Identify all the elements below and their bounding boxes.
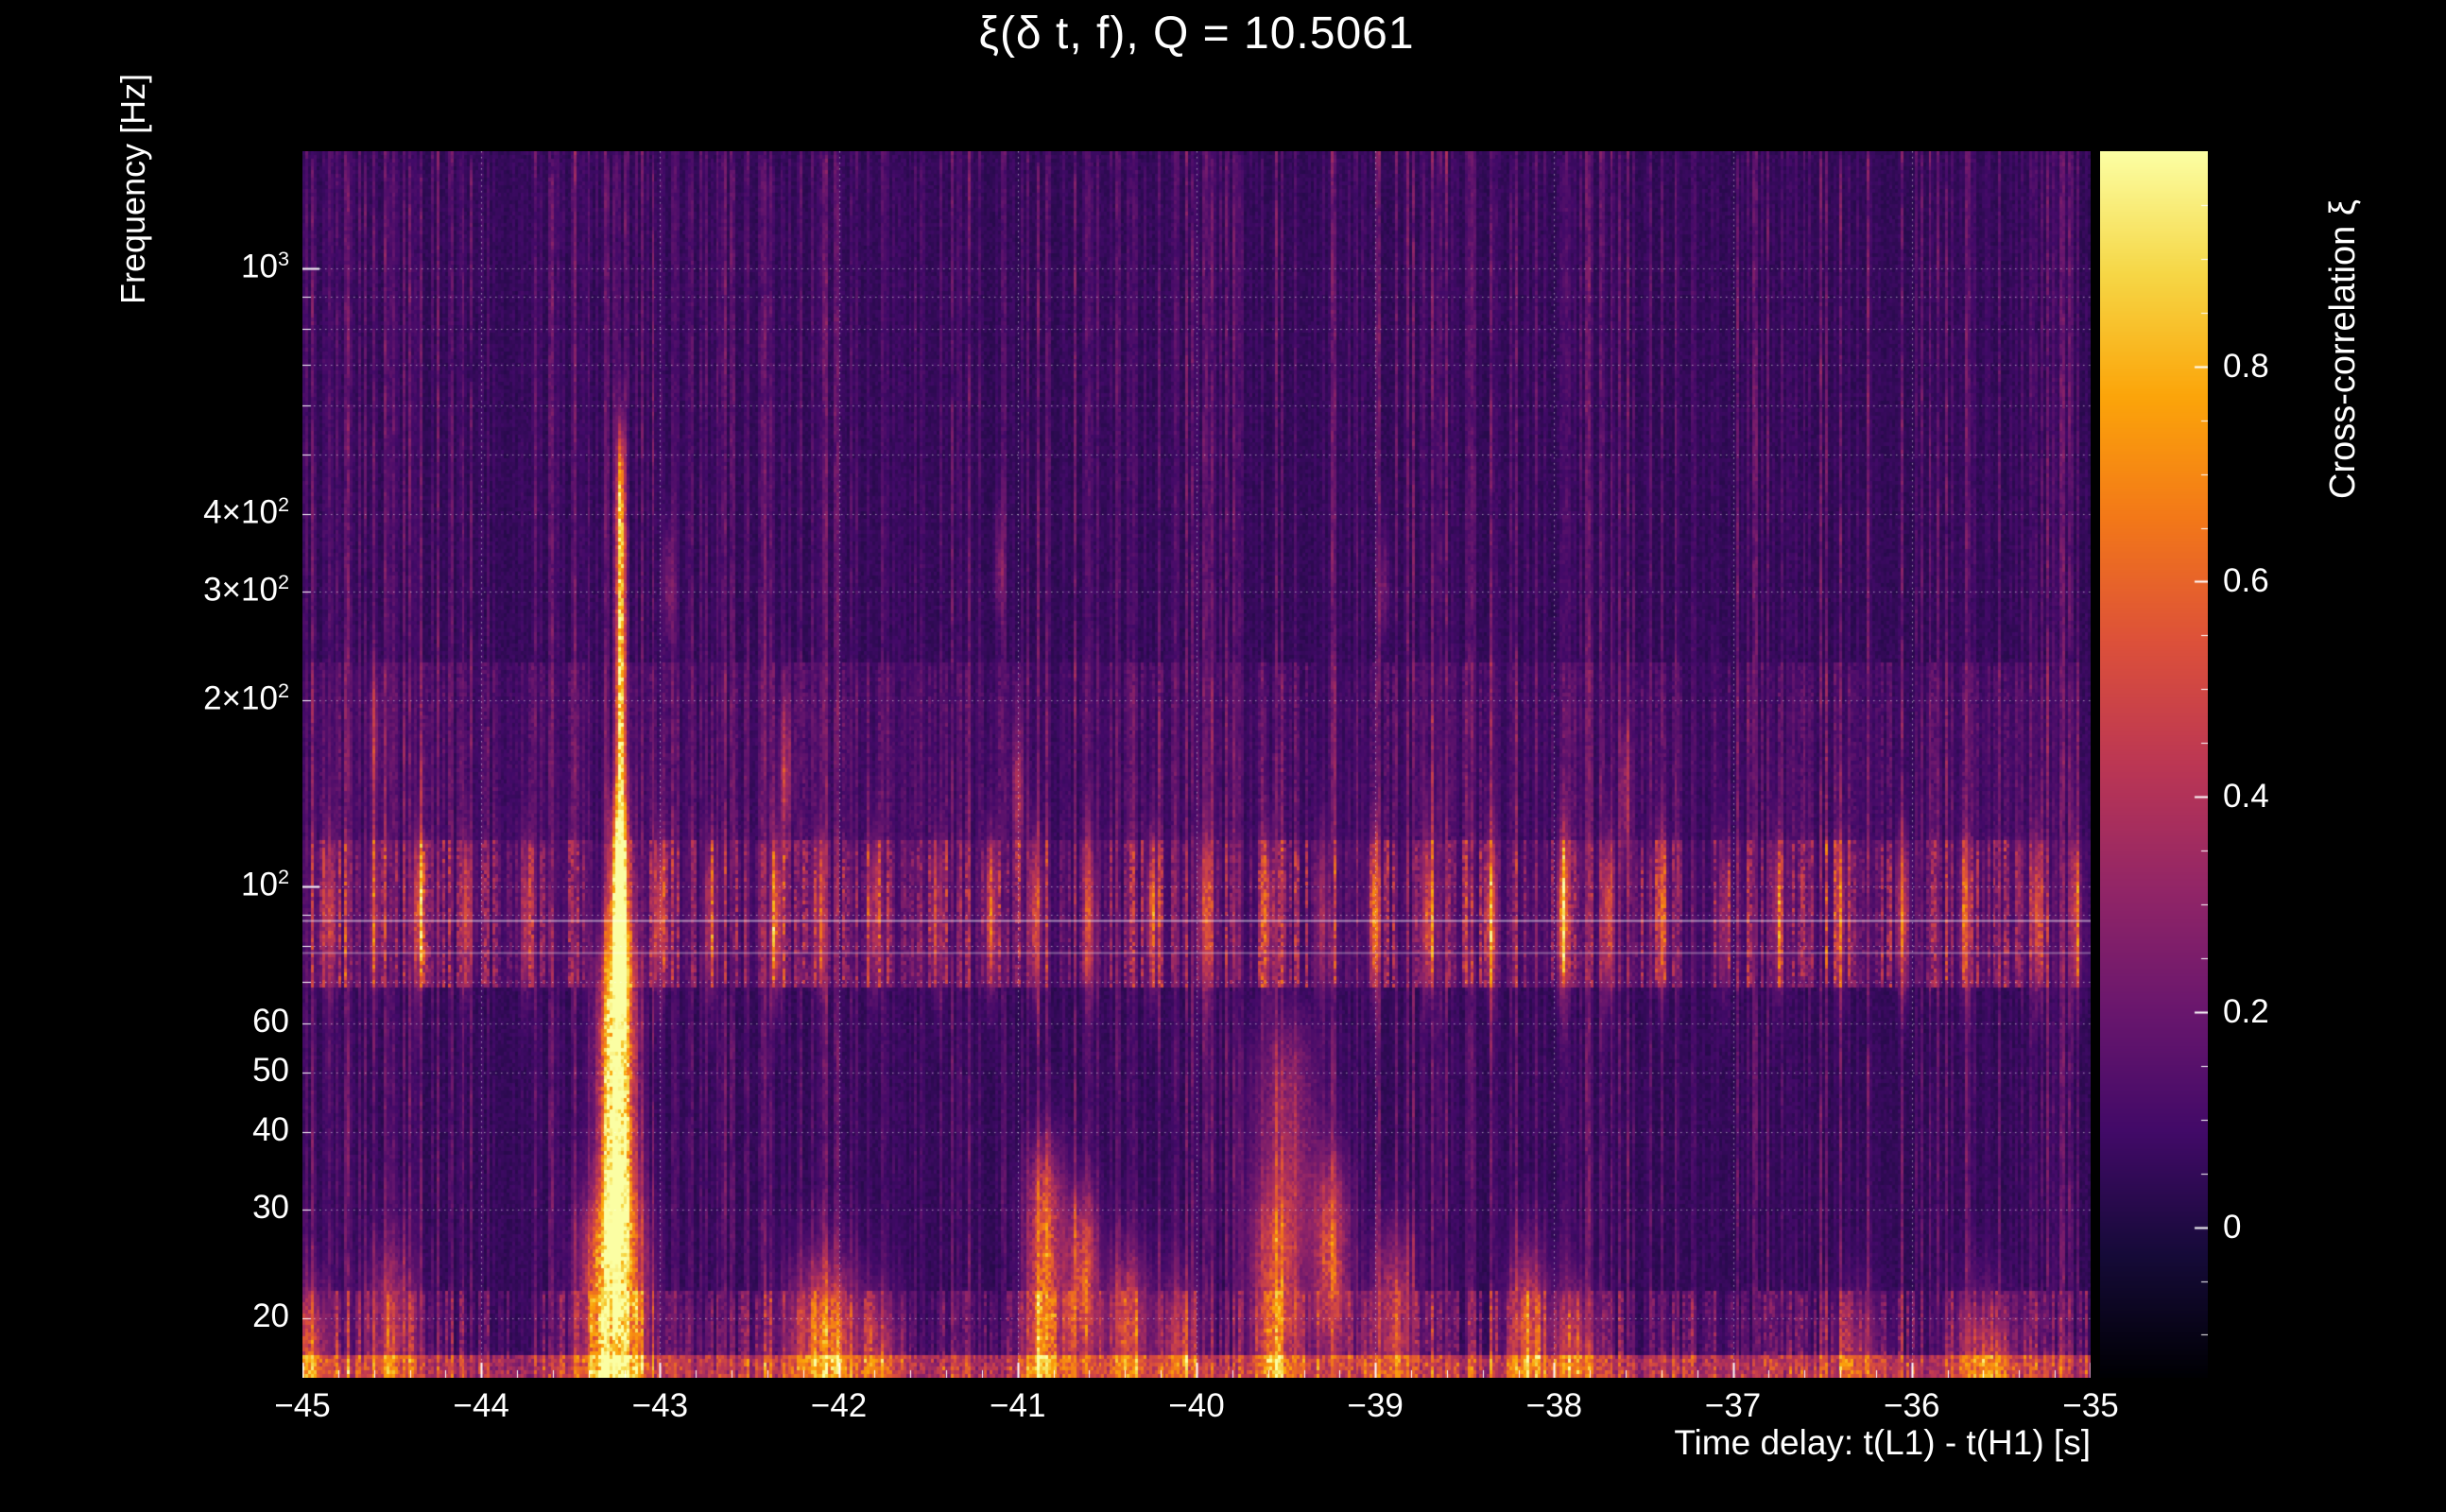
y-tick-label: 20 xyxy=(252,1297,289,1334)
colorbar-tick-label: 0.2 xyxy=(2223,992,2269,1030)
y-tick-label: 3×102 xyxy=(203,570,289,609)
x-tick-label: −42 xyxy=(810,1387,868,1424)
x-tick-label: −41 xyxy=(990,1387,1046,1424)
figure: ξ(δ t, f), Q = 10.5061 Frequency [Hz] Cr… xyxy=(0,0,2446,1512)
y-tick-label: 103 xyxy=(241,247,289,286)
colorbar xyxy=(2100,151,2208,1378)
heatmap-canvas xyxy=(302,151,2091,1378)
y-tick-label: 30 xyxy=(252,1188,289,1226)
x-tick-label: −37 xyxy=(1704,1387,1762,1424)
x-tick-label: −44 xyxy=(453,1387,509,1424)
colorbar-tick-label: 0 xyxy=(2223,1208,2242,1246)
colorbar-title: Cross-correlation ξ xyxy=(2323,199,2363,499)
colorbar-tick-label: 0.6 xyxy=(2223,562,2269,600)
x-tick-label: −45 xyxy=(274,1387,331,1424)
x-tick-label: −40 xyxy=(1168,1387,1225,1424)
colorbar-tick-label: 0.4 xyxy=(2223,778,2269,816)
y-tick-label: 50 xyxy=(252,1051,289,1089)
x-tick-label: −39 xyxy=(1347,1387,1404,1424)
y-tick-label: 102 xyxy=(241,864,289,903)
x-tick-label: −38 xyxy=(1525,1387,1583,1424)
x-axis-title: Time delay: t(L1) - t(H1) [s] xyxy=(1674,1423,2091,1462)
y-tick-label: 4×102 xyxy=(203,492,289,532)
x-tick-label: −36 xyxy=(1884,1387,1940,1424)
chart-title: ξ(δ t, f), Q = 10.5061 xyxy=(978,9,1415,59)
y-tick-label: 40 xyxy=(252,1110,289,1148)
y-tick-label: 60 xyxy=(252,1002,289,1040)
x-tick-label: −43 xyxy=(631,1387,689,1424)
x-tick-label: −35 xyxy=(2062,1387,2119,1424)
colorbar-tick-label: 0.8 xyxy=(2223,347,2269,385)
y-tick-label: 2×102 xyxy=(203,679,289,717)
